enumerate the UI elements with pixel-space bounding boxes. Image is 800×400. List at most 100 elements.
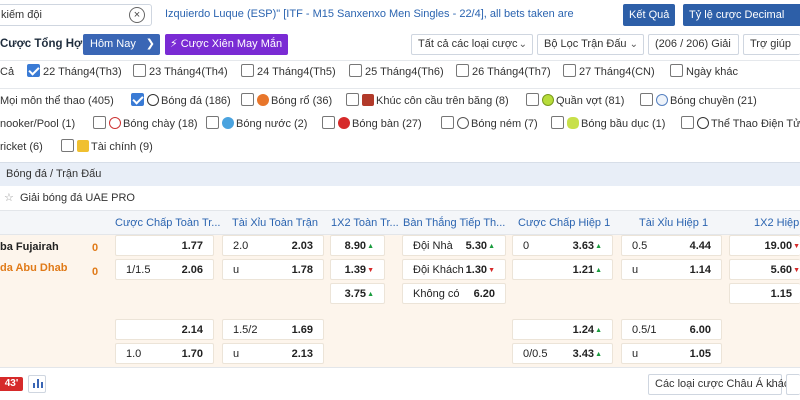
help-button[interactable]: Trợ giúp [743, 34, 800, 55]
odds-type-button[interactable]: Tỷ lệ cược Decimal [683, 4, 800, 26]
odds-cell[interactable]: 1.15 [729, 283, 800, 304]
sport-esports[interactable]: Thể Thao Điện Tử [681, 116, 800, 133]
sport-cricket[interactable]: ricket (6) [0, 139, 43, 156]
odds-cell[interactable]: 19.00 [729, 235, 800, 256]
checkbox-icon[interactable] [681, 116, 694, 129]
odds-cell[interactable]: 1.24 [512, 319, 613, 340]
tab-lucky-parlay[interactable]: ⚡ Cược Xiên May Mắn [165, 34, 288, 55]
bet-type-select[interactable]: Các loại cược Châu Á khác ⌄ [648, 374, 789, 395]
sport-label: Thể Thao Điện Tử [711, 118, 800, 130]
odds-cell[interactable]: u 2.13 [222, 343, 324, 364]
sport-table-tennis[interactable]: Bóng bàn (27) [322, 116, 422, 133]
sport-handball[interactable]: Bóng ném (7) [441, 116, 538, 133]
date-22[interactable]: 22 Tháng4(Th3) [27, 64, 122, 81]
odds-cell[interactable]: 1.39 [330, 259, 385, 280]
odds-cell[interactable]: Đội Nhà 5.30 [402, 235, 506, 256]
away-team[interactable]: da Abu Dhab [0, 262, 67, 274]
checkbox-icon[interactable] [322, 116, 335, 129]
date-label: Ngày khác [686, 66, 738, 78]
sport-football[interactable]: Bóng đá (186) [131, 93, 231, 110]
sport-baseball[interactable]: Bóng chày (18) [93, 116, 198, 133]
sport-basketball[interactable]: Bóng rổ (36) [241, 93, 332, 110]
checkbox-icon[interactable] [441, 116, 454, 129]
ou-line: 2.0 [233, 240, 249, 252]
odds-value: 3.63 [573, 240, 602, 252]
odds-cell[interactable]: 1.5/2 1.69 [222, 319, 324, 340]
odds-cell[interactable]: 0 3.63 [512, 235, 613, 256]
odds-cell[interactable]: u 1.14 [621, 259, 722, 280]
odds-value: 1.77 [181, 240, 203, 252]
checkbox-icon[interactable] [349, 64, 362, 77]
all-bets-select[interactable]: Tất cả các loại cược ⌄ [411, 34, 533, 55]
odds-value: 6.20 [473, 288, 495, 300]
odds-cell[interactable]: Đội Khách 1.30 [402, 259, 506, 280]
odds-cell[interactable]: 5.60 [729, 259, 800, 280]
league-count-button[interactable]: (206 / 206) Giải [648, 34, 739, 55]
odds-cell[interactable]: 0.5 4.44 [621, 235, 722, 256]
sport-volleyball[interactable]: Bóng chuyền (21) [640, 93, 757, 110]
odds-cell[interactable]: 1/1.5 2.06 [115, 259, 214, 280]
sport-finance[interactable]: Tài chính (9) [61, 139, 153, 156]
tab-today[interactable]: Hôm Nay ❯ [83, 34, 160, 55]
checkbox-icon[interactable] [206, 116, 219, 129]
clear-search-icon[interactable]: × [129, 7, 145, 23]
team-search[interactable]: × [0, 4, 152, 26]
date-label: Cả [0, 66, 15, 78]
sport-rugby[interactable]: Bóng bầu dục (1) [551, 116, 665, 133]
odds-cell[interactable]: u 1.78 [222, 259, 324, 280]
league-header[interactable]: ☆ Giải bóng đá UAE PRO [0, 187, 800, 211]
odds-value: 1.15 [770, 288, 792, 300]
checkbox-icon[interactable] [241, 64, 254, 77]
odds-cell[interactable]: 1.0 1.70 [115, 343, 214, 364]
date-label: 25 Tháng4(Th6) [365, 66, 444, 78]
checkbox-icon[interactable] [61, 139, 74, 152]
checkbox-icon[interactable] [640, 93, 653, 106]
checkbox-icon[interactable] [93, 116, 106, 129]
sport-tennis[interactable]: Quần vợt (81) [526, 93, 624, 110]
odds-cell[interactable]: 0/0.5 3.43 [512, 343, 613, 364]
finance-chart-icon [77, 140, 89, 152]
odds-cell[interactable]: 1.21 [512, 259, 613, 280]
more-select[interactable] [786, 374, 800, 395]
sport-snooker[interactable]: nooker/Pool (1) [0, 116, 75, 133]
odds-value: 2.06 [181, 264, 203, 276]
date-24[interactable]: 24 Tháng4(Th5) [241, 64, 336, 81]
date-all[interactable]: Cả [0, 64, 14, 81]
odds-cell[interactable]: 2.0 2.03 [222, 235, 324, 256]
checkbox-icon[interactable] [551, 116, 564, 129]
search-input[interactable] [0, 5, 110, 25]
odds-cell[interactable]: 3.75 [330, 283, 385, 304]
date-other[interactable]: Ngày khác [670, 64, 738, 81]
stats-button[interactable] [28, 375, 46, 393]
date-23[interactable]: 23 Tháng4(Th4) [133, 64, 228, 81]
sport-ice-hockey[interactable]: Khúc côn cầu trên băng (8) [346, 93, 509, 110]
odds-cell[interactable]: 2.14 [115, 319, 214, 340]
checkbox-checked-icon[interactable] [131, 93, 144, 106]
date-27[interactable]: 27 Tháng4(CN) [563, 64, 655, 81]
match-filter-select[interactable]: Bộ Lọc Trận Đấu ⌄ [537, 34, 644, 55]
checkbox-icon[interactable] [670, 64, 683, 77]
away-score: 0 [92, 266, 99, 278]
odds-cell[interactable]: u 1.05 [621, 343, 722, 364]
odds-cell[interactable]: 1.77 [115, 235, 214, 256]
checkbox-icon[interactable] [346, 93, 359, 106]
odds-cell[interactable]: 0.5/1 6.00 [621, 319, 722, 340]
checkbox-icon[interactable] [563, 64, 576, 77]
star-icon[interactable]: ☆ [4, 191, 14, 204]
sport-all[interactable]: Mọi môn thể thao (405) [0, 93, 114, 110]
checkbox-icon[interactable] [456, 64, 469, 77]
date-25[interactable]: 25 Tháng4(Th6) [349, 64, 444, 81]
odds-cell[interactable]: 8.90 [330, 235, 385, 256]
results-button[interactable]: Kết Quả [623, 4, 676, 26]
home-team[interactable]: ba Fujairah [0, 241, 59, 253]
checkbox-checked-icon[interactable] [27, 64, 40, 77]
odds-cell[interactable]: Không có 6.20 [402, 283, 506, 304]
soccer-ball-icon [147, 94, 159, 106]
home-score: 0 [92, 242, 99, 254]
date-26[interactable]: 26 Tháng4(Th7) [456, 64, 551, 81]
checkbox-icon[interactable] [241, 93, 254, 106]
checkbox-icon[interactable] [526, 93, 539, 106]
sport-water-polo[interactable]: Bóng nước (2) [206, 116, 307, 133]
news-ticker[interactable]: Izquierdo Luque (ESP)" [ITF - M15 Sanxen… [165, 8, 574, 20]
checkbox-icon[interactable] [133, 64, 146, 77]
